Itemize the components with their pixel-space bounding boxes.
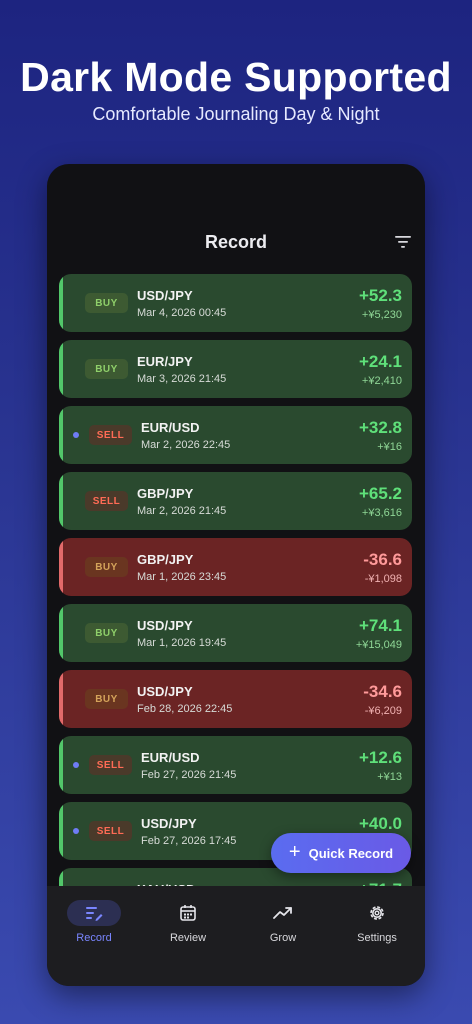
side-badge: BUY — [85, 623, 128, 643]
profit-amount: -¥6,209 — [364, 705, 402, 717]
side-badge: BUY — [85, 557, 128, 577]
record-card[interactable]: BUY USD/JPY Feb 28, 2026 22:45 -34.6 -¥6,209 — [59, 670, 412, 728]
currency-pair: USD/JPY — [137, 618, 193, 633]
profit-amount: +¥5,230 — [361, 309, 402, 321]
side-badge: BUY — [85, 359, 128, 379]
trade-date: Mar 4, 2026 00:45 — [137, 307, 227, 319]
trade-date: Mar 1, 2026 19:45 — [137, 637, 227, 649]
result-stripe — [59, 472, 63, 530]
currency-pair: GBP/JPY — [137, 552, 194, 567]
quick-record-button[interactable]: + Quick Record — [271, 833, 411, 873]
trade-date: Feb 28, 2026 22:45 — [137, 703, 233, 715]
result-stripe — [59, 406, 63, 464]
hero-subtitle: Comfortable Journaling Day & Night — [92, 104, 380, 124]
trade-date: Mar 2, 2026 22:45 — [141, 439, 231, 451]
record-card[interactable]: BUY USD/JPY Mar 1, 2026 19:45 +74.1 +¥15,049 — [59, 604, 412, 662]
unread-dot — [73, 432, 79, 438]
gear-icon — [350, 900, 404, 926]
record-card[interactable]: SELL EUR/USD Mar 2, 2026 22:45 +32.8 +¥16 — [59, 406, 412, 464]
record-card[interactable]: SELL GBP/JPY Mar 2, 2026 21:45 +65.2 +¥3,616 — [59, 472, 412, 530]
side-badge: BUY — [85, 689, 128, 709]
tab-settings-label: Settings — [357, 932, 397, 944]
side-badge: SELL — [89, 755, 132, 775]
pips-value: +32.8 — [358, 418, 402, 437]
currency-pair: USD/JPY — [137, 684, 193, 699]
result-stripe — [59, 340, 63, 398]
side-badge: BUY — [85, 293, 128, 313]
pips-value: +65.2 — [358, 484, 402, 503]
record-card[interactable]: BUY EUR/JPY Mar 3, 2026 21:45 +24.1 +¥2,410 — [59, 340, 412, 398]
trade-date: Mar 2, 2026 21:45 — [137, 505, 227, 517]
tab-record-label: Record — [76, 932, 112, 944]
unread-dot — [73, 762, 79, 768]
phone-screen: Record BUY USD/JPY Mar 4, 2026 00:45 +52.3 +… — [47, 164, 425, 986]
side-badge: SELL — [85, 491, 128, 511]
currency-pair: EUR/JPY — [137, 354, 193, 369]
trade-date: Mar 1, 2026 23:45 — [137, 571, 227, 583]
currency-pair: EUR/USD — [141, 750, 200, 765]
profit-amount: +¥16 — [377, 441, 402, 453]
plus-icon: + — [288, 841, 301, 863]
profit-amount: +¥13 — [377, 771, 402, 783]
currency-pair: EUR/USD — [141, 420, 200, 435]
filter-icon — [395, 236, 411, 248]
unread-dot — [73, 828, 79, 834]
result-stripe — [59, 670, 63, 728]
pips-value: +24.1 — [358, 352, 402, 371]
currency-pair: USD/JPY — [141, 816, 197, 831]
profit-amount: +¥15,049 — [355, 639, 402, 651]
pips-value: +74.1 — [358, 616, 402, 635]
trade-date: Feb 27, 2026 21:45 — [141, 769, 237, 781]
tab-record[interactable]: Record — [52, 900, 136, 950]
result-stripe — [59, 802, 63, 860]
pips-value: +12.6 — [358, 748, 402, 767]
record-card[interactable]: BUY GBP/JPY Mar 1, 2026 23:45 -36.6 -¥1,098 — [59, 538, 412, 596]
side-badge: SELL — [89, 425, 132, 445]
tab-bar: Record Review Grow Settings — [47, 886, 425, 986]
trade-date: Feb 27, 2026 17:45 — [141, 835, 237, 847]
profit-amount: +¥2,410 — [361, 375, 402, 387]
tab-settings[interactable]: Settings — [335, 900, 419, 950]
pips-value: +52.3 — [358, 286, 402, 305]
hero-title: Dark Mode Supported — [20, 54, 452, 100]
pips-value: -34.6 — [363, 682, 402, 701]
result-stripe — [59, 538, 63, 596]
result-stripe — [59, 604, 63, 662]
tab-review[interactable]: Review — [146, 900, 230, 950]
filter-button[interactable] — [393, 232, 413, 252]
currency-pair: GBP/JPY — [137, 486, 194, 501]
result-stripe — [59, 274, 63, 332]
record-card[interactable]: SELL EUR/USD Feb 27, 2026 21:45 +12.6 +¥13 — [59, 736, 412, 794]
side-badge: SELL — [89, 821, 132, 841]
trade-date: Mar 3, 2026 21:45 — [137, 373, 227, 385]
profit-amount: +¥3,616 — [361, 507, 402, 519]
trend-up-icon — [256, 900, 310, 926]
record-card[interactable]: BUY USD/JPY Mar 4, 2026 00:45 +52.3 +¥5,230 — [59, 274, 412, 332]
currency-pair: USD/JPY — [137, 288, 193, 303]
profit-amount: -¥1,098 — [364, 573, 402, 585]
tab-grow-label: Grow — [269, 932, 297, 944]
result-stripe — [59, 736, 63, 794]
page-title: Record — [204, 232, 267, 252]
pips-value: +40.0 — [358, 814, 402, 833]
calendar-icon — [161, 900, 215, 926]
tab-grow[interactable]: Grow — [241, 900, 325, 950]
pips-value: -36.6 — [363, 550, 402, 569]
tab-review-label: Review — [169, 932, 207, 944]
quick-record-label: Quick Record — [308, 845, 394, 861]
record-icon — [67, 900, 121, 926]
